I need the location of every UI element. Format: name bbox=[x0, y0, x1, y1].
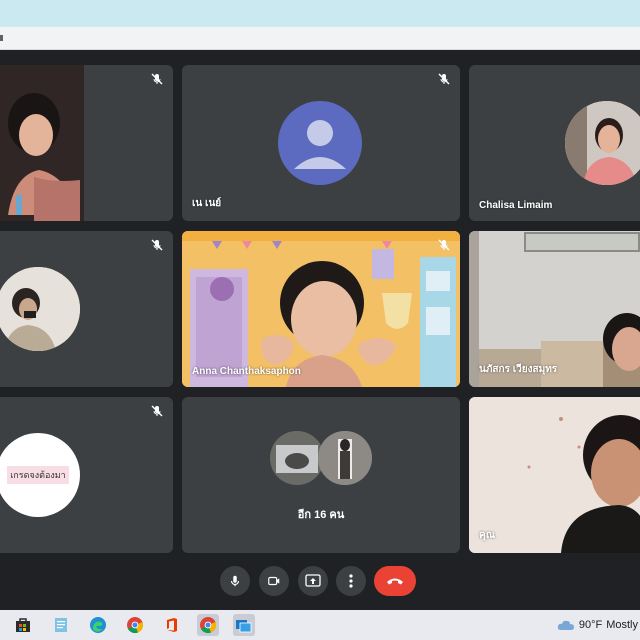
avatar bbox=[278, 101, 362, 185]
participant-video-1 bbox=[0, 65, 84, 221]
camera-button[interactable] bbox=[259, 566, 289, 596]
remote-button[interactable] bbox=[233, 614, 255, 636]
more-icon bbox=[349, 574, 353, 588]
participant-video-5 bbox=[182, 231, 460, 387]
office-icon bbox=[167, 618, 177, 632]
end-call-button[interactable] bbox=[374, 566, 416, 596]
browser-edge-mark bbox=[0, 35, 3, 41]
chrome-button[interactable] bbox=[124, 614, 146, 636]
muted-mic-icon bbox=[151, 239, 163, 251]
participant-name: เน เนย์ bbox=[192, 198, 222, 209]
participant-name: Anna Chanthaksaphon bbox=[192, 366, 301, 377]
browser-bar bbox=[0, 27, 640, 50]
overflow-avatar-2 bbox=[318, 431, 372, 485]
participant-name: นภัสกร เวียงสมุทร bbox=[479, 364, 558, 375]
self-view-tile[interactable]: คุณ bbox=[469, 397, 640, 553]
chrome-icon bbox=[127, 617, 144, 634]
store-button[interactable] bbox=[12, 614, 34, 636]
muted-mic-icon bbox=[438, 239, 450, 251]
chrome-active-icon bbox=[200, 617, 217, 634]
top-band bbox=[0, 0, 640, 27]
muted-mic-icon bbox=[438, 73, 450, 85]
participant-photo bbox=[318, 431, 372, 485]
remote-icon bbox=[236, 620, 252, 633]
present-icon bbox=[305, 574, 321, 587]
meeting-grid: เน เนย์ Chalisa Limaim Anna Chanthaksaph… bbox=[0, 50, 640, 610]
muted-mic-icon bbox=[151, 73, 163, 85]
weather-widget[interactable]: 90°F Mostly bbox=[557, 610, 640, 640]
avatar bbox=[0, 267, 80, 351]
end-call-icon bbox=[387, 578, 403, 585]
chrome-active-button[interactable] bbox=[197, 614, 219, 636]
participant-name: คุณ bbox=[479, 530, 495, 541]
participant-tile-2[interactable]: เน เนย์ bbox=[182, 65, 460, 221]
overflow-tile[interactable]: อีก 16 คน bbox=[182, 397, 460, 553]
participant-tile-3[interactable]: Chalisa Limaim bbox=[469, 65, 640, 221]
weather-temp: 90°F bbox=[578, 619, 603, 631]
more-options-button[interactable] bbox=[336, 566, 366, 596]
notepad-button[interactable] bbox=[50, 614, 72, 636]
participant-name: Chalisa Limaim bbox=[479, 200, 553, 211]
mic-button[interactable] bbox=[220, 566, 250, 596]
avatar: เกรดจงต้องมา bbox=[0, 433, 80, 517]
overflow-count: อีก 16 คน bbox=[297, 509, 345, 521]
participant-tile-1[interactable] bbox=[0, 65, 173, 221]
participant-tile-5[interactable]: Anna Chanthaksaphon bbox=[182, 231, 460, 387]
taskbar: 90°F Mostly bbox=[0, 610, 640, 640]
avatar-text: เกรดจงต้องมา bbox=[7, 466, 69, 484]
participant-tile-6[interactable]: นภัสกร เวียงสมุทร bbox=[469, 231, 640, 387]
notepad-icon bbox=[55, 618, 67, 632]
cloud-icon bbox=[557, 620, 574, 630]
participant-tile-4[interactable] bbox=[0, 231, 173, 387]
meeting-controls bbox=[0, 566, 640, 598]
weather-condition: Mostly bbox=[606, 619, 638, 631]
camera-icon bbox=[268, 576, 280, 586]
overflow-avatar-1 bbox=[270, 431, 324, 485]
muted-mic-icon bbox=[151, 405, 163, 417]
present-button[interactable] bbox=[298, 566, 328, 596]
edge-icon bbox=[90, 617, 106, 633]
participant-photo bbox=[565, 101, 640, 185]
mic-icon bbox=[230, 575, 240, 587]
person-icon bbox=[294, 120, 346, 169]
edge-button[interactable] bbox=[87, 614, 109, 636]
participant-photo bbox=[270, 431, 324, 485]
store-icon bbox=[16, 618, 30, 632]
avatar bbox=[565, 101, 640, 185]
participant-photo bbox=[0, 267, 80, 351]
office-button[interactable] bbox=[161, 614, 183, 636]
participant-tile-7[interactable]: เกรดจงต้องมา bbox=[0, 397, 173, 553]
